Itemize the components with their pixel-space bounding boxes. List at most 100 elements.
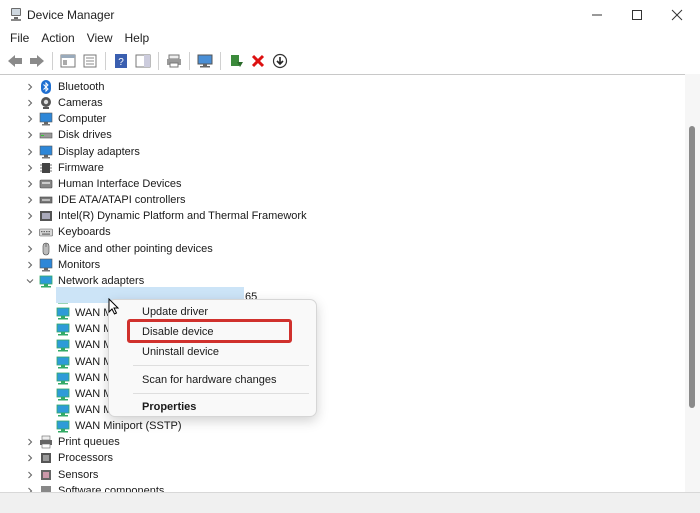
menu-bar: File Action View Help <box>0 30 700 49</box>
forward-button[interactable] <box>26 51 48 71</box>
disk-drive-icon <box>39 128 53 142</box>
tree-category[interactable]: Cameras <box>0 95 685 111</box>
update-driver-button[interactable] <box>225 51 247 71</box>
menu-view[interactable]: View <box>81 30 119 49</box>
chevron-right-icon[interactable] <box>25 81 35 93</box>
tree-item-label: IDE ATA/ATAPI controllers <box>58 194 186 207</box>
tree-category[interactable]: Software components <box>0 483 685 492</box>
scrollbar-thumb[interactable] <box>689 126 695 408</box>
network-adapter-icon <box>39 274 53 288</box>
ctx-update-driver[interactable]: Update driver <box>142 306 208 318</box>
maximize-icon <box>632 10 642 20</box>
back-button[interactable] <box>4 51 26 71</box>
network-adapter-item[interactable]: WAN M <box>0 321 685 337</box>
tree-category[interactable]: Mice and other pointing devices <box>0 241 685 257</box>
scan-monitor-icon <box>197 54 213 67</box>
tree-category[interactable]: Keyboards <box>0 224 685 240</box>
monitor-icon <box>39 258 53 272</box>
chevron-right-icon[interactable] <box>25 469 35 481</box>
tree-category[interactable]: Disk drives <box>0 127 685 143</box>
mouse-icon <box>39 242 53 256</box>
properties-button[interactable] <box>79 51 101 71</box>
chevron-right-icon[interactable] <box>25 113 35 125</box>
console-tree-icon <box>60 54 76 67</box>
print-button[interactable] <box>163 51 185 71</box>
chevron-right-icon[interactable] <box>25 210 35 222</box>
tree-category[interactable]: Monitors <box>0 257 685 273</box>
enable-device-button[interactable] <box>269 51 291 71</box>
menu-help[interactable]: Help <box>119 30 156 49</box>
action-pane-button[interactable] <box>132 51 154 71</box>
chevron-right-icon[interactable] <box>25 226 35 238</box>
network-adapter-icon <box>56 306 70 320</box>
ctx-scan-hardware[interactable]: Scan for hardware changes <box>142 374 277 386</box>
tree-item-label: Disk drives <box>58 129 112 142</box>
tree-item-label: WAN M <box>75 371 113 384</box>
network-adapter-item[interactable]: WAN M <box>0 386 685 402</box>
toolbar-separator <box>158 51 159 70</box>
show-hide-console-tree-button[interactable] <box>57 51 79 71</box>
sensor-icon <box>39 468 53 482</box>
network-adapter-item[interactable]: WAN Miniport (SSTP) <box>0 418 685 434</box>
tree-category[interactable]: IDE ATA/ATAPI controllers <box>0 192 685 208</box>
tree-category[interactable]: Human Interface Devices <box>0 176 685 192</box>
network-adapter-icon <box>56 419 70 433</box>
ctx-separator <box>133 393 309 394</box>
tree-item-label: WAN M <box>75 323 113 336</box>
network-adapter-item[interactable]: WAN M <box>0 305 685 321</box>
close-button[interactable] <box>654 0 700 30</box>
tree-item-label: Firmware <box>58 161 104 174</box>
toolbar-separator <box>220 51 221 70</box>
ctx-uninstall-device[interactable]: Uninstall device <box>142 346 219 358</box>
context-menu: Update driver Disable device Uninstall d… <box>108 299 317 417</box>
menu-action[interactable]: Action <box>35 30 80 49</box>
chevron-down-icon[interactable] <box>25 275 35 287</box>
tree-category[interactable]: Computer <box>0 111 685 127</box>
hid-icon <box>39 177 53 191</box>
action-pane-icon <box>135 54 151 67</box>
chevron-right-icon[interactable] <box>25 452 35 464</box>
tree-category[interactable]: Display adapters <box>0 144 685 160</box>
tree-item-label: WAN Miniport (SSTP) <box>75 420 182 433</box>
scan-hardware-button[interactable] <box>194 51 216 71</box>
network-adapter-item[interactable]: WAN M <box>0 337 685 353</box>
chevron-right-icon[interactable] <box>25 259 35 271</box>
chevron-right-icon[interactable] <box>25 436 35 448</box>
ide-controller-icon <box>39 193 53 207</box>
network-adapter-item[interactable]: WAN M <box>0 354 685 370</box>
tree-item-label: Keyboards <box>58 226 111 239</box>
chevron-right-icon[interactable] <box>25 162 35 174</box>
help-button[interactable]: ? <box>110 51 132 71</box>
network-adapter-item[interactable]: WAN M <box>0 402 685 418</box>
forward-arrow-icon <box>30 54 44 67</box>
chevron-right-icon[interactable] <box>25 194 35 206</box>
tree-category[interactable]: Print queues <box>0 434 685 450</box>
chevron-right-icon[interactable] <box>25 485 35 492</box>
ctx-separator <box>133 365 309 366</box>
red-x-icon <box>251 54 265 67</box>
chevron-right-icon[interactable] <box>25 146 35 158</box>
toolbar-separator <box>52 51 53 70</box>
menu-file[interactable]: File <box>4 30 35 49</box>
tree-item-label: Mice and other pointing devices <box>58 242 213 255</box>
network-adapter-icon <box>56 387 70 401</box>
tree-item-label: Print queues <box>58 436 120 449</box>
tree-item-label: Human Interface Devices <box>58 177 182 190</box>
tree-category[interactable]: Firmware <box>0 160 685 176</box>
tree-category[interactable]: Bluetooth <box>0 79 685 95</box>
vertical-scrollbar[interactable] <box>685 74 700 492</box>
minimize-icon <box>592 14 602 16</box>
chevron-right-icon[interactable] <box>25 97 35 109</box>
camera-icon <box>39 96 53 110</box>
uninstall-device-button[interactable] <box>247 51 269 71</box>
chevron-right-icon[interactable] <box>25 243 35 255</box>
network-adapter-item[interactable]: WAN M <box>0 370 685 386</box>
display-adapter-icon <box>39 145 53 159</box>
back-arrow-icon <box>8 54 22 67</box>
ctx-properties[interactable]: Properties <box>142 401 196 413</box>
chevron-right-icon[interactable] <box>25 178 35 190</box>
tree-category[interactable]: Intel(R) Dynamic Platform and Thermal Fr… <box>0 208 685 224</box>
chevron-right-icon[interactable] <box>25 129 35 141</box>
tree-category[interactable]: Processors <box>0 450 685 466</box>
tree-category[interactable]: Sensors <box>0 467 685 483</box>
